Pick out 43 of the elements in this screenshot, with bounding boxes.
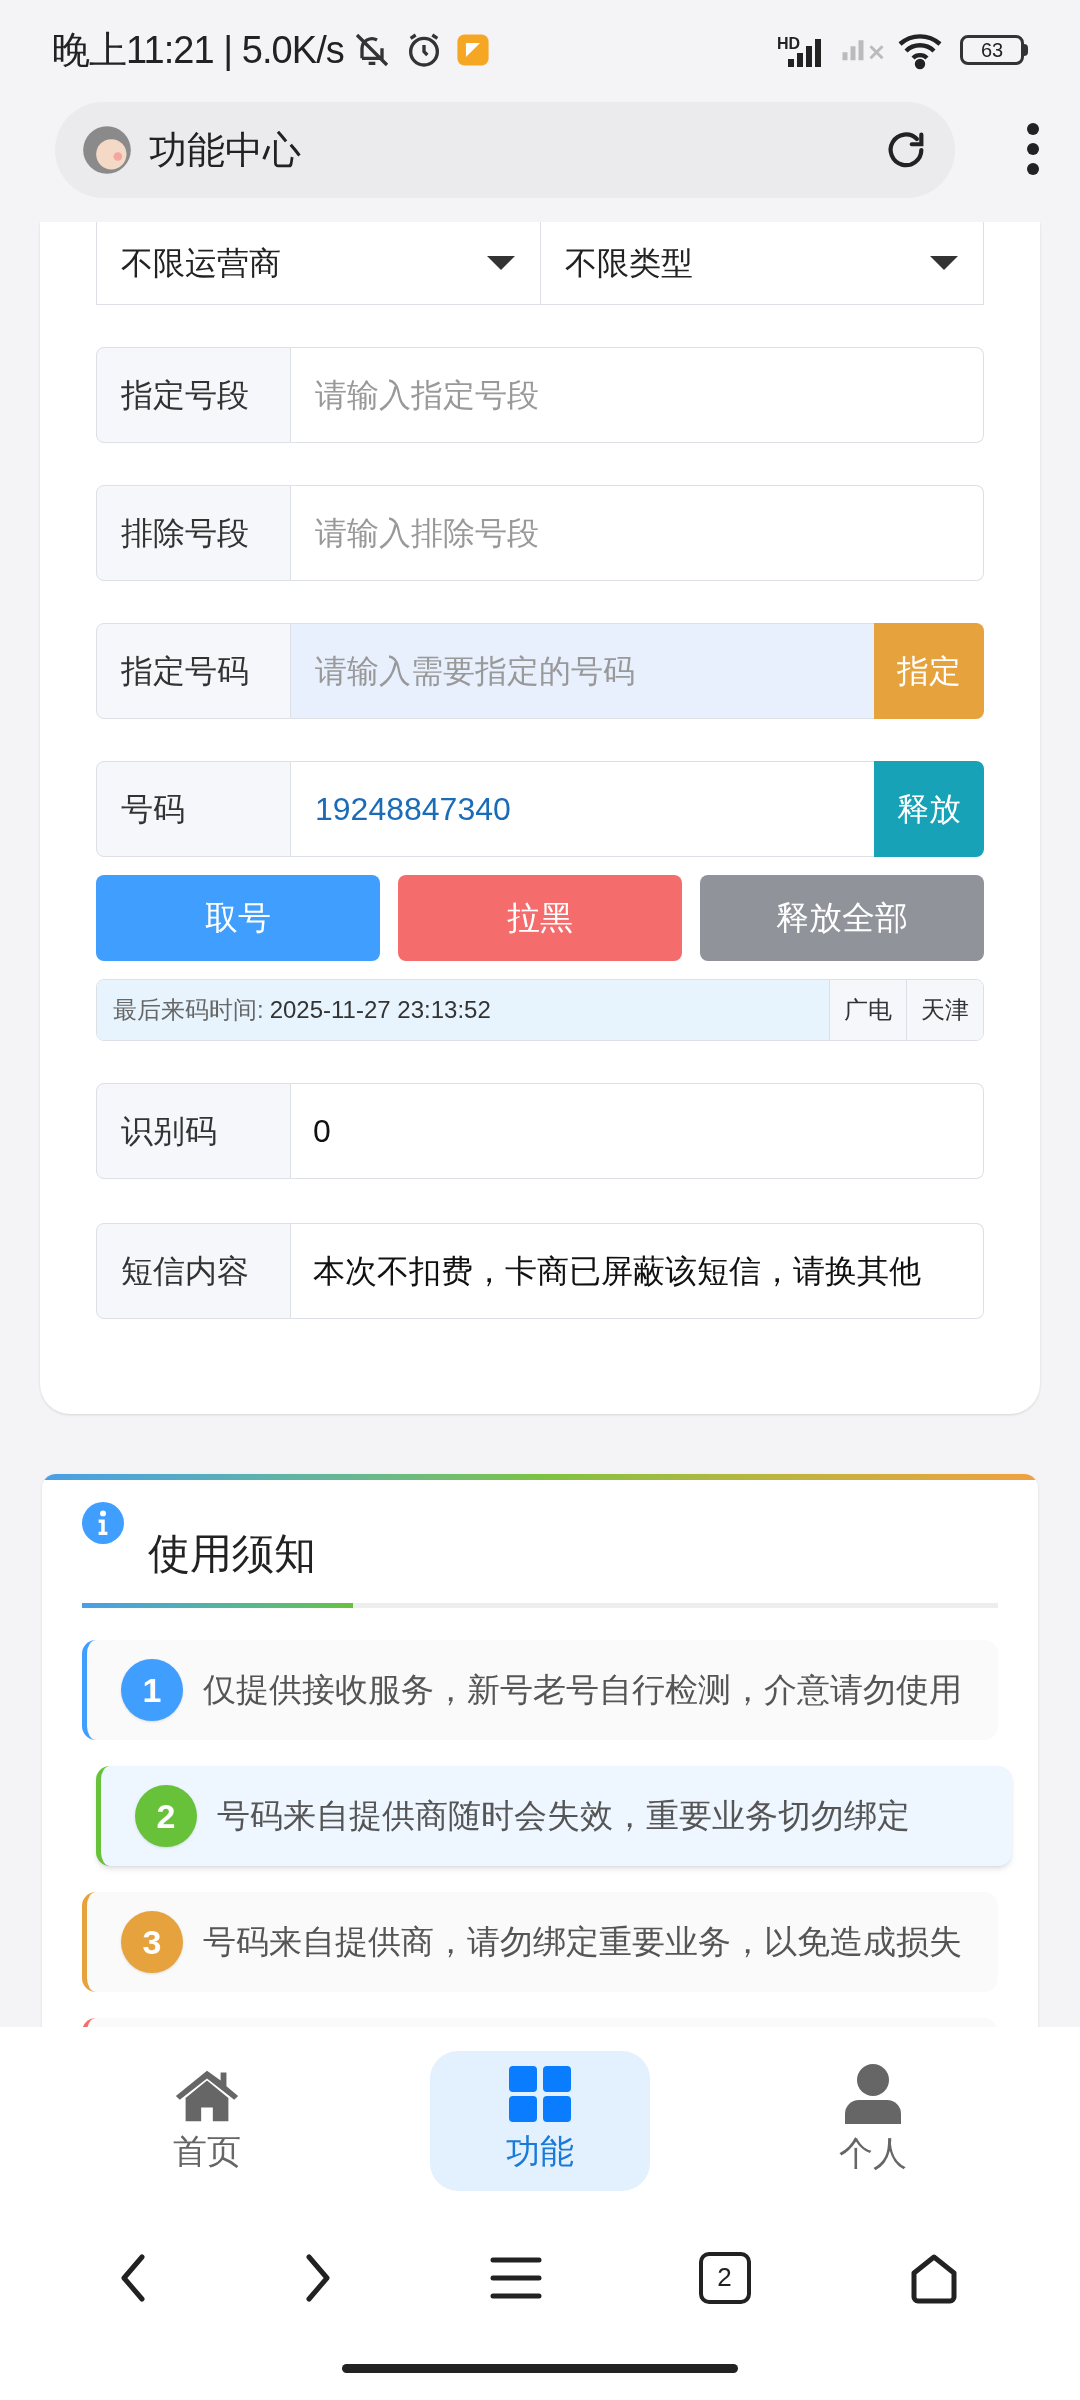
- menu-icon[interactable]: [489, 2255, 543, 2300]
- notice-text: 仅提供接收服务，新号老号自行检测，介意请勿使用: [203, 1670, 962, 1711]
- avatar-icon: [81, 124, 133, 176]
- field-label: 指定号码: [96, 623, 291, 719]
- input-field[interactable]: 请输入需要指定的号码: [291, 623, 874, 719]
- action-button[interactable]: 释放: [874, 761, 984, 857]
- address-bar[interactable]: 功能中心: [55, 102, 955, 198]
- page-title: 功能中心: [149, 127, 301, 173]
- battery-icon: 63: [960, 35, 1024, 65]
- number-badge: 2: [135, 1785, 197, 1847]
- info-label: 最后来码时间:: [113, 995, 264, 1025]
- nav-tab[interactable]: 个人: [763, 2051, 984, 2191]
- action-button[interactable]: 拉黑: [398, 875, 682, 961]
- grid-icon: [509, 2065, 571, 2122]
- tag-label: 广电: [829, 980, 906, 1040]
- input-field[interactable]: 请输入排除号段: [291, 485, 984, 581]
- notice-text: 号码来自提供商，请勿绑定重要业务，以免造成损失: [203, 1922, 962, 1963]
- number-badge: 3: [121, 1911, 183, 1973]
- input-field[interactable]: 0: [291, 1083, 984, 1179]
- notice-text: 号码来自提供商随时会失效，重要业务切勿绑定: [217, 1796, 910, 1837]
- info-icon: [82, 1502, 124, 1544]
- nav-tab[interactable]: 功能: [430, 2051, 650, 2191]
- action-button[interactable]: 释放全部: [700, 875, 984, 961]
- input-field[interactable]: 本次不扣费，卡商已屏蔽该短信，请换其他: [291, 1223, 984, 1319]
- timestamp-text: 2025-11-27 23:13:52: [269, 995, 491, 1025]
- field-label: 排除号段: [96, 485, 291, 581]
- tabs-button[interactable]: 2: [698, 2251, 751, 2304]
- nav-tab[interactable]: 首页: [96, 2051, 317, 2191]
- app-notification-icon: [455, 33, 490, 67]
- field-label: 识别码: [96, 1083, 291, 1179]
- field-label: 短信内容: [96, 1223, 291, 1319]
- input-field[interactable]: 请输入指定号段: [291, 347, 984, 443]
- field-label: 号码: [96, 761, 291, 857]
- number-badge: 1: [121, 1659, 183, 1721]
- field-label: 指定号段: [96, 347, 291, 443]
- status-time: 晚上11:21 | 5.0K/s: [52, 27, 344, 73]
- more-menu-icon[interactable]: [1026, 122, 1040, 176]
- network-label: HD: [776, 34, 800, 54]
- no-signal-icon: [842, 39, 884, 61]
- tag-label: 天津: [906, 980, 983, 1040]
- section-title: 使用须知: [148, 1529, 316, 1579]
- input-field[interactable]: 19248847340: [291, 761, 874, 857]
- person-icon: [845, 2063, 902, 2124]
